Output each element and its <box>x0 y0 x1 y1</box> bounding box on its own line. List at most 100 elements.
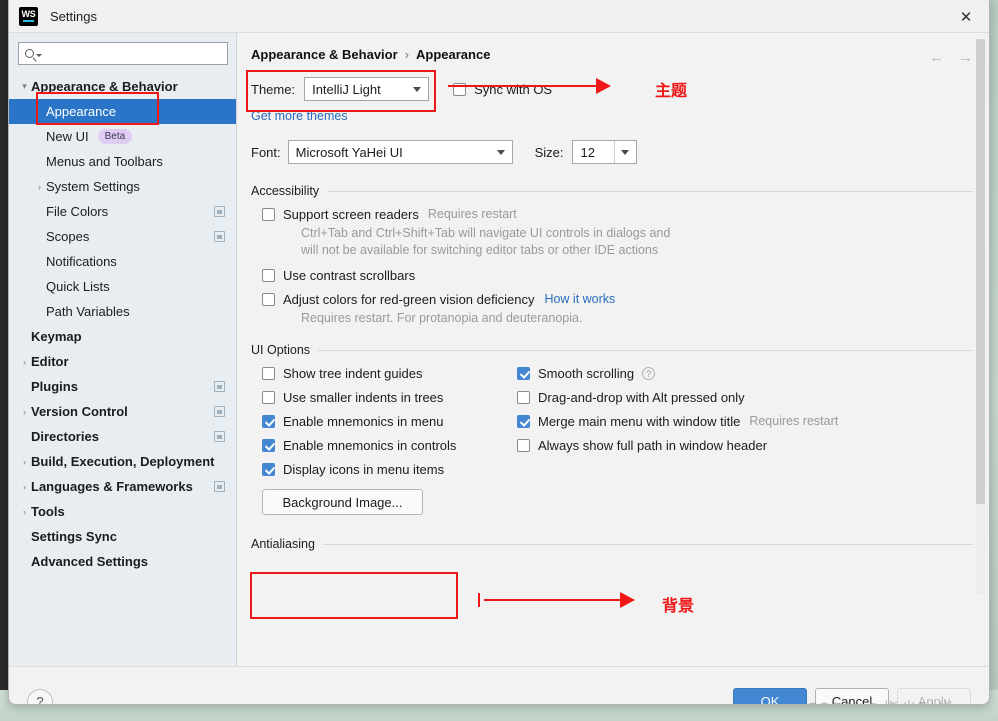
ui-option-right-1-label: Drag-and-drop with Alt pressed only <box>538 390 745 405</box>
cancel-button[interactable]: Cancel <box>815 688 889 704</box>
sidebar-item-path-variables[interactable]: Path Variables <box>9 299 236 324</box>
settings-tree: ▾ Appearance & Behavior Appearance New UI Be… <box>9 74 236 574</box>
ui-option-right-2-checkbox[interactable] <box>517 415 530 428</box>
sidebar-item-label: Editor <box>31 354 69 369</box>
annotation-arrow-theme-head <box>596 78 611 94</box>
breadcrumb-parent[interactable]: Appearance & Behavior <box>251 47 398 62</box>
sidebar-item-new-ui[interactable]: New UI Beta <box>9 124 236 149</box>
background-image-button[interactable]: Background Image... <box>262 489 423 515</box>
use-contrast-scrollbars-label: Use contrast scrollbars <box>283 268 416 283</box>
ui-option-right-2-hint: Requires restart <box>749 414 839 428</box>
ui-option-left-4-row[interactable]: Display icons in menu items <box>262 462 517 477</box>
sidebar-item-appearance-behavior[interactable]: ▾ Appearance & Behavior <box>9 74 236 99</box>
apply-button[interactable]: Apply <box>897 688 971 704</box>
get-more-themes-link[interactable]: Get more themes <box>251 109 989 123</box>
ui-option-right-0-row[interactable]: Smooth scrolling? <box>517 366 847 381</box>
ui-option-left-1-checkbox[interactable] <box>262 391 275 404</box>
ui-option-right-1-checkbox[interactable] <box>517 391 530 404</box>
sidebar-item-label: Scopes <box>46 229 90 244</box>
sidebar-item-version-control[interactable]: › Version Control <box>9 399 236 424</box>
chevron-right-icon[interactable]: › <box>18 407 31 417</box>
ui-option-right-3-checkbox[interactable] <box>517 439 530 452</box>
webstorm-icon: WS <box>19 6 38 26</box>
sidebar-item-label: Build, Execution, Deployment <box>31 454 215 469</box>
close-icon[interactable]: ✕ <box>943 0 989 33</box>
sidebar-item-languages-frameworks[interactable]: › Languages & Frameworks <box>9 474 236 499</box>
chevron-right-icon[interactable]: › <box>33 182 46 192</box>
ui-option-right-0-checkbox[interactable] <box>517 367 530 380</box>
ok-button[interactable]: OK <box>733 688 807 704</box>
sidebar-item-scopes[interactable]: Scopes <box>9 224 236 249</box>
chevron-right-icon[interactable]: › <box>18 507 31 517</box>
theme-select[interactable]: IntelliJ Light <box>304 77 430 101</box>
sync-with-os-row[interactable]: Sync with OS <box>453 82 552 97</box>
ui-option-left-3-row[interactable]: Enable mnemonics in controls <box>262 438 517 453</box>
ui-option-left-4-checkbox[interactable] <box>262 463 275 476</box>
search-input[interactable] <box>18 42 228 65</box>
sidebar-item-file-colors[interactable]: File Colors <box>9 199 236 224</box>
support-screen-readers-row[interactable]: Support screen readers Requires restart <box>262 207 989 222</box>
sidebar-item-label: Appearance <box>46 104 117 119</box>
forward-arrow-icon[interactable]: → <box>958 49 973 66</box>
sidebar-item-plugins[interactable]: Plugins <box>9 374 236 399</box>
sidebar-item-build-execution-deployment[interactable]: › Build, Execution, Deployment <box>9 449 236 474</box>
sidebar-item-label: Advanced Settings <box>31 554 149 569</box>
chevron-right-icon[interactable]: › <box>18 357 31 367</box>
breadcrumb-current: Appearance <box>416 47 491 62</box>
theme-value: IntelliJ Light <box>312 81 381 97</box>
ui-option-left-2-checkbox[interactable] <box>262 415 275 428</box>
breadcrumb: Appearance & Behavior › Appearance <box>237 33 989 62</box>
annotation-arrow-theme-line <box>448 85 598 87</box>
sidebar-item-keymap[interactable]: Keymap <box>9 324 236 349</box>
ui-option-left-2-label: Enable mnemonics in menu <box>283 414 444 429</box>
sidebar-item-system-settings[interactable]: › System Settings <box>9 174 236 199</box>
nav-buttons: ← → <box>929 49 973 66</box>
sidebar-item-label: Settings Sync <box>31 529 117 544</box>
ui-option-left-0-row[interactable]: Show tree indent guides <box>262 366 517 381</box>
sidebar-item-label: Languages & Frameworks <box>31 479 193 494</box>
antialiasing-title: Antialiasing <box>251 537 315 551</box>
chevron-down-icon <box>406 86 428 92</box>
sidebar-item-editor[interactable]: › Editor <box>9 349 236 374</box>
sidebar-item-advanced-settings[interactable]: Advanced Settings <box>9 549 236 574</box>
sidebar-item-tools[interactable]: › Tools <box>9 499 236 524</box>
chevron-right-icon[interactable]: › <box>18 482 31 492</box>
settings-sidebar: ▾ Appearance & Behavior Appearance New UI Be… <box>9 33 237 666</box>
chevron-down-icon[interactable]: ▾ <box>18 81 31 92</box>
annotation-label-theme: 主题 <box>655 81 688 100</box>
font-size-select[interactable]: 12 <box>571 140 637 164</box>
sidebar-item-label: Version Control <box>31 404 128 419</box>
content-scrollbar-thumb[interactable] <box>976 39 985 504</box>
sidebar-item-quick-lists[interactable]: Quick Lists <box>9 274 236 299</box>
back-arrow-icon[interactable]: ← <box>929 49 944 66</box>
font-select[interactable]: Microsoft YaHei UI <box>287 140 513 164</box>
ui-option-left-1-row[interactable]: Use smaller indents in trees <box>262 390 517 405</box>
ui-option-right-0-help-icon[interactable]: ? <box>642 367 656 380</box>
support-screen-readers-hint: Requires restart <box>427 207 517 221</box>
adjust-colors-vision-deficiency-link[interactable]: How it works <box>544 292 615 306</box>
support-screen-readers-checkbox[interactable] <box>262 208 275 221</box>
sidebar-item-appearance[interactable]: Appearance <box>9 99 236 124</box>
adjust-colors-vision-deficiency-checkbox[interactable] <box>262 293 275 306</box>
ui-option-left-0-checkbox[interactable] <box>262 367 275 380</box>
sidebar-item-directories[interactable]: Directories <box>9 424 236 449</box>
sidebar-item-label: Plugins <box>31 379 78 394</box>
adjust-colors-vision-deficiency-label: Adjust colors for red-green vision defic… <box>283 292 535 307</box>
sidebar-item-menus-and-toolbars[interactable]: Menus and Toolbars <box>9 149 236 174</box>
use-contrast-scrollbars-row[interactable]: Use contrast scrollbars <box>262 268 989 283</box>
ui-option-right-2-row[interactable]: Merge main menu with window title Require… <box>517 414 847 429</box>
use-contrast-scrollbars-checkbox[interactable] <box>262 269 275 282</box>
help-icon[interactable]: ? <box>27 688 53 704</box>
chevron-right-icon[interactable]: › <box>18 457 31 467</box>
ui-option-left-3-checkbox[interactable] <box>262 439 275 452</box>
sidebar-item-notifications[interactable]: Notifications <box>9 249 236 274</box>
search-wrapper <box>9 33 236 71</box>
ui-option-right-1-row[interactable]: Drag-and-drop with Alt pressed only <box>517 390 847 405</box>
theme-label: Theme: <box>251 81 296 97</box>
adjust-colors-vision-deficiency-row[interactable]: Adjust colors for red-green vision defic… <box>262 292 989 307</box>
sidebar-item-settings-sync[interactable]: Settings Sync <box>9 524 236 549</box>
ui-option-left-2-row[interactable]: Enable mnemonics in menu <box>262 414 517 429</box>
ui-option-right-3-row[interactable]: Always show full path in window header <box>517 438 847 453</box>
annotation-arrow-background-head <box>620 592 635 608</box>
annotation-arrow-background-line <box>484 599 622 601</box>
